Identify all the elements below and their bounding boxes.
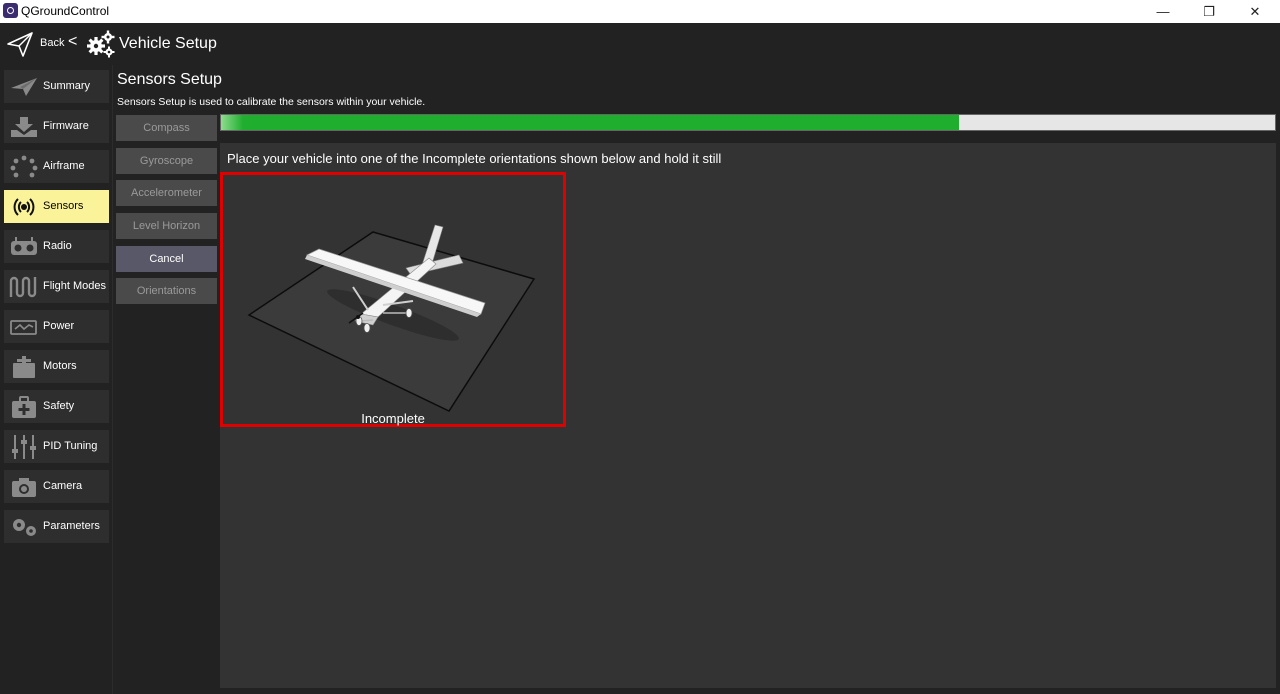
sidebar-item-radio[interactable]: Radio <box>4 230 109 263</box>
compass-button[interactable]: Compass <box>116 115 217 141</box>
sidebar-item-label: Radio <box>43 240 72 252</box>
gyroscope-button[interactable]: Gyroscope <box>116 148 217 174</box>
sidebar-item-label: Power <box>43 320 75 332</box>
sensors-icon <box>9 194 39 219</box>
radio-icon <box>9 234 39 259</box>
window-titlebar: QGroundControl — ❐ ✕ <box>0 0 1280 23</box>
sidebar-item-pid-tuning[interactable]: PID Tuning <box>4 430 109 463</box>
sidebar-divider <box>112 65 113 694</box>
level-horizon-button[interactable]: Level Horizon <box>116 213 217 239</box>
progress-fill <box>221 115 959 130</box>
accelerometer-button[interactable]: Accelerometer <box>116 180 217 206</box>
sensors-setup-title: Sensors Setup <box>117 71 222 88</box>
sidebar-item-label: Safety <box>43 400 75 412</box>
sidebar-item-summary[interactable]: Summary <box>4 70 109 103</box>
download-icon <box>9 114 39 139</box>
window-title: QGroundControl <box>21 4 110 18</box>
sidebar-item-label: Summary <box>43 80 91 92</box>
sidebar-item-label: PID Tuning <box>43 440 98 452</box>
close-button[interactable]: ✕ <box>1232 0 1278 23</box>
orientation-status-label: Incomplete <box>361 411 425 426</box>
minimize-button[interactable]: — <box>1140 0 1186 23</box>
back-button[interactable]: Back <box>40 37 64 49</box>
sidebar-item-airframe[interactable]: Airframe <box>4 150 109 183</box>
orientation-tile: Incomplete <box>220 172 566 427</box>
camera-icon <box>9 474 39 499</box>
setup-sidebar: Summary Firmware Airframe Sensors Radio … <box>0 65 113 694</box>
airframe-icon <box>9 154 39 179</box>
page-title: Vehicle Setup <box>119 35 217 52</box>
instruction-text: Place your vehicle into one of the Incom… <box>227 151 722 166</box>
sidebar-item-label: Sensors <box>43 200 84 212</box>
restore-button[interactable]: ❐ <box>1186 0 1232 23</box>
flight-modes-icon <box>9 274 39 299</box>
sidebar-item-label: Camera <box>43 480 83 492</box>
sidebar-item-label: Motors <box>43 360 77 372</box>
cancel-button[interactable]: Cancel <box>116 246 217 272</box>
sidebar-item-label: Firmware <box>43 120 89 132</box>
sidebar-item-label: Airframe <box>43 160 85 172</box>
sidebar-item-firmware[interactable]: Firmware <box>4 110 109 143</box>
sidebar-item-safety[interactable]: Safety <box>4 390 109 423</box>
sidebar-item-motors[interactable]: Motors <box>4 350 109 383</box>
power-icon <box>9 314 39 339</box>
gears-icon <box>86 29 116 64</box>
sidebar-item-label: Parameters <box>43 520 100 532</box>
breadcrumb-separator: < <box>68 33 78 50</box>
top-toolbar: Back < Vehicle Setup <box>0 23 1280 65</box>
sidebar-item-label: Flight Modes <box>43 280 106 292</box>
sidebar-item-power[interactable]: Power <box>4 310 109 343</box>
qgc-app-icon <box>3 3 18 18</box>
sidebar-item-camera[interactable]: Camera <box>4 470 109 503</box>
sidebar-item-sensors[interactable]: Sensors <box>4 190 109 223</box>
safety-icon <box>9 394 39 419</box>
sensors-setup-description: Sensors Setup is used to calibrate the s… <box>117 96 426 108</box>
sidebar-item-flight-modes[interactable]: Flight Modes <box>4 270 109 303</box>
paper-plane-icon[interactable] <box>6 30 34 63</box>
calibration-progress-bar <box>220 114 1276 131</box>
sidebar-item-parameters[interactable]: Parameters <box>4 510 109 543</box>
motors-icon <box>9 354 39 379</box>
paper-plane-icon <box>9 74 39 99</box>
orientations-button[interactable]: Orientations <box>116 278 217 304</box>
pid-tuning-icon <box>9 434 39 459</box>
vehicle-orientation-image <box>247 224 536 412</box>
parameters-icon <box>9 514 39 539</box>
